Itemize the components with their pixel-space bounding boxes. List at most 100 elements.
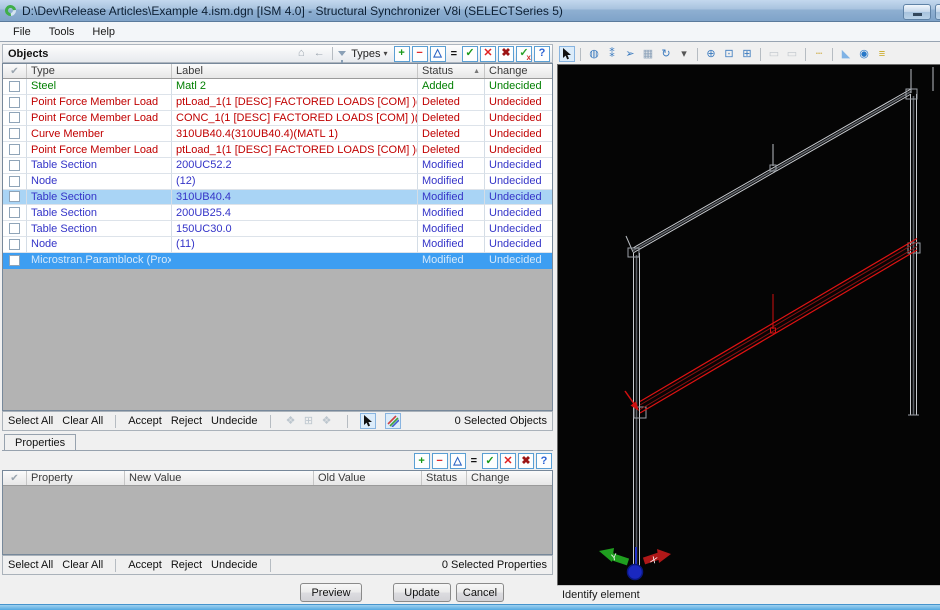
label-cell[interactable]: (12) xyxy=(172,174,418,190)
undecide-link[interactable]: Undecide xyxy=(211,559,257,571)
globe-icon[interactable]: ◉ xyxy=(856,46,872,62)
select-all-link[interactable]: Select All xyxy=(8,559,53,571)
change-cell[interactable]: Undecided xyxy=(485,111,552,127)
type-cell[interactable]: Node xyxy=(27,237,172,253)
maximize-button[interactable] xyxy=(935,4,940,20)
row-checkbox[interactable] xyxy=(9,191,20,202)
type-cell[interactable]: Point Force Member Load xyxy=(27,95,172,111)
table-row[interactable]: Table Section310UB40.4ModifiedUndecided xyxy=(3,190,552,206)
clear-all-link[interactable]: Clear All xyxy=(62,415,103,427)
accept-check-button[interactable]: ✓ xyxy=(462,46,478,62)
reject-link[interactable]: Reject xyxy=(171,559,202,571)
row-checkbox[interactable] xyxy=(9,176,20,187)
property-column-header[interactable]: Property xyxy=(27,471,125,485)
status-cell[interactable]: Modified xyxy=(418,237,485,253)
update-button[interactable]: Update xyxy=(393,583,451,602)
row-checkbox[interactable] xyxy=(9,144,20,155)
menu-file[interactable]: File xyxy=(4,24,40,40)
remove-button[interactable]: − xyxy=(432,453,448,469)
status-cell[interactable]: Modified xyxy=(418,174,485,190)
select-all-link[interactable]: Select All xyxy=(8,415,53,427)
render-mode-icon[interactable]: ◣ xyxy=(838,46,854,62)
row-checkbox[interactable] xyxy=(9,239,20,250)
label-cell[interactable]: Matl 2 xyxy=(172,79,418,95)
change-cell[interactable]: Undecided xyxy=(485,190,552,206)
delta-button[interactable]: △ xyxy=(430,46,446,62)
add-button[interactable]: + xyxy=(414,453,430,469)
select-column-header[interactable]: ✔ xyxy=(3,471,27,485)
minimize-button[interactable] xyxy=(903,4,931,20)
type-cell[interactable]: Point Force Member Load xyxy=(27,142,172,158)
label-cell[interactable]: 310UB40.4 xyxy=(172,190,418,206)
type-cell[interactable]: Curve Member xyxy=(27,126,172,142)
rotate-caret[interactable]: ▾ xyxy=(676,46,692,62)
new-value-column-header[interactable]: New Value xyxy=(125,471,314,485)
type-cell[interactable]: Point Force Member Load xyxy=(27,111,172,127)
label-cell[interactable]: 200UB25.4 xyxy=(172,205,418,221)
change-cell[interactable]: Undecided xyxy=(485,221,552,237)
menu-tools[interactable]: Tools xyxy=(40,24,84,40)
remove-button[interactable]: − xyxy=(412,46,428,62)
change-cell[interactable]: Undecided xyxy=(485,205,552,221)
status-cell[interactable]: Added xyxy=(418,79,485,95)
tab-properties[interactable]: Properties xyxy=(4,434,76,451)
change-cell[interactable]: Undecided xyxy=(485,126,552,142)
rotate-view-icon[interactable]: ↻ xyxy=(658,46,674,62)
status-cell[interactable]: Modified xyxy=(418,158,485,174)
label-cell[interactable]: 310UB40.4(310UB40.4)(MATL 1) xyxy=(172,126,418,142)
fly-icon[interactable]: ➢ xyxy=(622,46,638,62)
table-row[interactable]: Node(12)ModifiedUndecided xyxy=(3,174,552,190)
reject-link[interactable]: Reject xyxy=(171,415,202,427)
select-column-header[interactable]: ✔ xyxy=(3,64,27,78)
accept-check-button[interactable]: ✓ xyxy=(482,453,498,469)
viewport-3d[interactable]: Y X xyxy=(557,64,940,585)
row-checkbox[interactable] xyxy=(9,128,20,139)
help-button[interactable]: ? xyxy=(534,46,550,62)
row-checkbox[interactable] xyxy=(9,97,20,108)
preview-button[interactable]: Preview xyxy=(300,583,362,602)
table-row[interactable]: Point Force Member LoadptLoad_1(1 [DESC]… xyxy=(3,95,552,111)
fence-select-toggle[interactable] xyxy=(385,413,401,429)
row-checkbox[interactable] xyxy=(9,160,20,171)
accept-link[interactable]: Accept xyxy=(128,415,162,427)
row-checkbox[interactable] xyxy=(9,255,20,266)
type-cell[interactable]: Table Section xyxy=(27,158,172,174)
walk-icon[interactable]: ⁑ xyxy=(604,46,620,62)
clip-volume-icon[interactable]: ┄ xyxy=(811,46,827,62)
select-pointer-toggle[interactable] xyxy=(360,413,376,429)
types-filter-button[interactable]: Types xyxy=(351,48,380,60)
type-cell[interactable]: Steel xyxy=(27,79,172,95)
label-column-header[interactable]: Label xyxy=(172,64,418,78)
change-cell[interactable]: Undecided xyxy=(485,142,552,158)
cancel-button[interactable]: Cancel xyxy=(456,583,504,602)
label-cell[interactable]: ptLoad_1(1 [DESC] FACTORED LOADS [COM] )… xyxy=(172,95,418,111)
label-cell[interactable]: ptLoad_1(1 [DESC] FACTORED LOADS [COM] )… xyxy=(172,142,418,158)
row-checkbox[interactable] xyxy=(9,223,20,234)
table-row[interactable]: Table Section200UC52.2ModifiedUndecided xyxy=(3,158,552,174)
type-cell[interactable]: Table Section xyxy=(27,190,172,206)
table-row[interactable]: Node(11)ModifiedUndecided xyxy=(3,237,552,253)
table-row[interactable]: Table Section150UC30.0ModifiedUndecided xyxy=(3,221,552,237)
row-checkbox[interactable] xyxy=(9,207,20,218)
change-column-header[interactable]: Change xyxy=(485,64,552,78)
change-cell[interactable]: Undecided xyxy=(485,158,552,174)
undecide-link[interactable]: Undecide xyxy=(211,415,257,427)
row-checkbox[interactable] xyxy=(9,112,20,123)
types-caret-icon[interactable]: ▾ xyxy=(384,49,388,58)
zoom-in-icon[interactable]: ⊕ xyxy=(703,46,719,62)
title-bar[interactable]: D:\Dev\Release Articles\Example 4.ism.dg… xyxy=(0,0,940,22)
status-cell[interactable]: Deleted xyxy=(418,111,485,127)
layers-icon[interactable]: ≡ xyxy=(874,46,890,62)
table-row[interactable]: Point Force Member LoadptLoad_1(1 [DESC]… xyxy=(3,142,552,158)
table-row[interactable]: Point Force Member LoadCONC_1(1 [DESC] F… xyxy=(3,111,552,127)
type-cell[interactable]: Table Section xyxy=(27,205,172,221)
zoom-window-icon[interactable]: ⊡ xyxy=(721,46,737,62)
change-cell[interactable]: Undecided xyxy=(485,253,552,269)
change-cell[interactable]: Undecided xyxy=(485,79,552,95)
menu-help[interactable]: Help xyxy=(83,24,124,40)
reject-all-button[interactable]: ✖ xyxy=(498,46,514,62)
change-cell[interactable]: Undecided xyxy=(485,174,552,190)
table-row[interactable]: Microstran.Paramblock (Proxy)ModifiedUnd… xyxy=(3,253,552,269)
status-cell[interactable]: Deleted xyxy=(418,126,485,142)
camera-icon[interactable]: ▦ xyxy=(640,46,656,62)
